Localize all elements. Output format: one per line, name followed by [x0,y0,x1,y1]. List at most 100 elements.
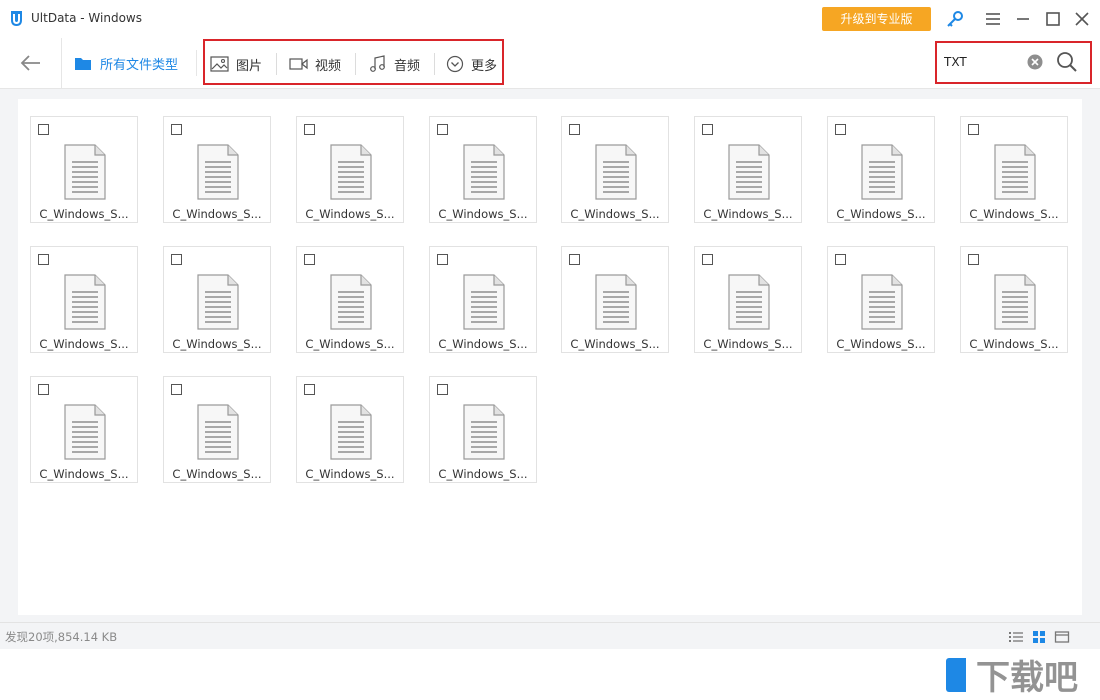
grid-view-icon[interactable] [1031,629,1047,643]
file-checkbox[interactable] [304,384,315,395]
category-more-button[interactable]: 更多 [446,53,497,75]
file-tile[interactable]: C_Windows_S... [296,246,404,353]
file-name: C_Windows_S... [305,207,395,221]
all-file-types-button[interactable]: 所有文件类型 [74,52,178,74]
text-document-icon [463,144,505,200]
file-checkbox[interactable] [702,254,713,265]
minimize-icon[interactable] [1013,9,1033,29]
upgrade-button[interactable]: 升级到专业版 [822,7,931,31]
maximize-icon[interactable] [1043,9,1063,29]
file-tile[interactable]: C_Windows_S... [429,116,537,223]
text-document-icon [463,274,505,330]
file-checkbox[interactable] [569,124,580,135]
title-bar: UltData - Windows 升级到专业版 [0,0,1100,39]
text-document-icon [463,404,505,460]
file-checkbox[interactable] [835,254,846,265]
text-document-icon [197,404,239,460]
preview-view-icon[interactable] [1054,629,1070,643]
category-label: 更多 [471,58,498,74]
text-document-icon [197,144,239,200]
footer-bar: 下载吧 [0,649,1100,700]
category-audio-button[interactable]: 音频 [368,53,420,75]
file-checkbox[interactable] [38,384,49,395]
file-checkbox[interactable] [569,254,580,265]
text-document-icon [64,274,106,330]
file-name: C_Windows_S... [836,337,926,351]
category-label: 视频 [315,58,342,74]
category-images-button[interactable]: 图片 [210,53,262,75]
audio-icon [370,55,385,72]
file-checkbox[interactable] [968,124,979,135]
text-document-icon [330,274,372,330]
file-tile[interactable]: C_Windows_S... [163,116,271,223]
menu-icon[interactable] [983,9,1003,29]
watermark-logo: 下载吧 [976,658,1078,698]
file-checkbox[interactable] [38,124,49,135]
text-document-icon [197,274,239,330]
file-name: C_Windows_S... [172,207,262,221]
video-icon [289,58,308,70]
file-name: C_Windows_S... [703,337,793,351]
file-tile[interactable]: C_Windows_S... [30,246,138,353]
status-bar: 发现20项,854.14 KB [0,622,1100,649]
file-name: C_Windows_S... [39,467,129,481]
text-document-icon [994,144,1036,200]
file-tile[interactable]: C_Windows_S... [827,246,935,353]
file-checkbox[interactable] [38,254,49,265]
file-name: C_Windows_S... [172,467,262,481]
file-tile[interactable]: C_Windows_S... [30,116,138,223]
file-tile[interactable]: C_Windows_S... [694,246,802,353]
category-divider [434,53,435,75]
file-checkbox[interactable] [171,254,182,265]
search-input[interactable] [944,52,1024,72]
all-file-types-label: 所有文件类型 [100,57,179,73]
file-tile[interactable]: C_Windows_S... [163,376,271,483]
file-tile[interactable]: C_Windows_S... [429,246,537,353]
file-name: C_Windows_S... [305,467,395,481]
file-name: C_Windows_S... [570,207,660,221]
file-checkbox[interactable] [702,124,713,135]
text-document-icon [64,144,106,200]
text-document-icon [861,144,903,200]
file-tile[interactable]: C_Windows_S... [296,116,404,223]
status-summary: 发现20项,854.14 KB [5,630,118,644]
file-tile[interactable]: C_Windows_S... [163,246,271,353]
search-icon[interactable] [1055,50,1079,74]
file-checkbox[interactable] [437,254,448,265]
category-videos-button[interactable]: 视频 [289,53,341,75]
file-tile[interactable]: C_Windows_S... [30,376,138,483]
key-icon[interactable] [945,9,965,29]
file-tile[interactable]: C_Windows_S... [960,116,1068,223]
file-checkbox[interactable] [437,124,448,135]
file-tile[interactable]: C_Windows_S... [827,116,935,223]
file-checkbox[interactable] [835,124,846,135]
window-title: UltData - Windows [31,11,142,25]
file-checkbox[interactable] [968,254,979,265]
file-name: C_Windows_S... [39,337,129,351]
file-checkbox[interactable] [304,124,315,135]
file-checkbox[interactable] [437,384,448,395]
list-view-icon[interactable] [1008,629,1024,643]
file-tile[interactable]: C_Windows_S... [960,246,1068,353]
text-document-icon [330,404,372,460]
file-name: C_Windows_S... [836,207,926,221]
file-tile[interactable]: C_Windows_S... [694,116,802,223]
file-name: C_Windows_S... [438,207,528,221]
file-tile[interactable]: C_Windows_S... [296,376,404,483]
text-document-icon [330,144,372,200]
clear-search-icon[interactable] [1026,53,1044,71]
file-checkbox[interactable] [171,384,182,395]
more-chevron-icon [446,55,464,73]
recover-button[interactable] [946,658,966,692]
file-tile[interactable]: C_Windows_S... [561,246,669,353]
close-icon[interactable] [1072,9,1092,29]
file-checkbox[interactable] [304,254,315,265]
text-document-icon [861,274,903,330]
folder-icon [75,57,91,70]
file-tile[interactable]: C_Windows_S... [561,116,669,223]
file-grid: C_Windows_S... C_Windows_S... C_Windows_S.… [18,99,1082,615]
back-arrow-icon[interactable] [18,51,44,75]
file-name: C_Windows_S... [172,337,262,351]
file-checkbox[interactable] [171,124,182,135]
file-tile[interactable]: C_Windows_S... [429,376,537,483]
